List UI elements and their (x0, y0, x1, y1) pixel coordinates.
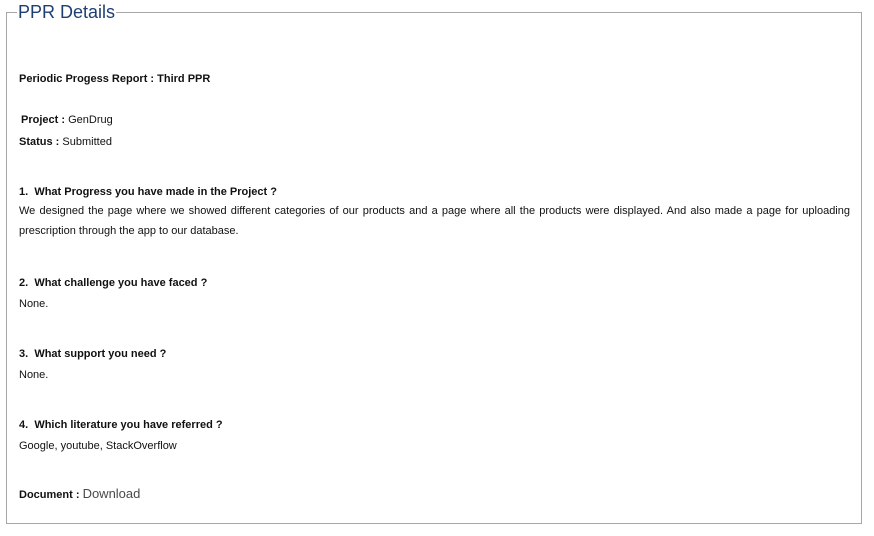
report-value: Third PPR (157, 73, 211, 85)
ppr-details-panel: PPR Details Periodic Progess Report : Th… (6, 2, 862, 524)
question-1-number: 1. (19, 186, 29, 198)
report-row: Periodic Progess Report : Third PPR (19, 72, 210, 86)
question-1: 1. What Progress you have made in the Pr… (19, 185, 277, 199)
project-label: Project : (21, 114, 66, 126)
question-4: 4. Which literature you have referred ? (19, 418, 223, 432)
report-label: Periodic Progess Report : (19, 73, 155, 85)
question-3: 3. What support you need ? (19, 347, 166, 361)
question-2-number: 2. (19, 277, 29, 289)
status-row: Status : Submitted (19, 135, 112, 149)
question-2: 2. What challenge you have faced ? (19, 276, 207, 290)
question-3-number: 3. (19, 348, 29, 360)
document-row: Document : Download (19, 487, 140, 502)
status-label: Status : (19, 136, 60, 148)
question-4-text: Which literature you have referred ? (34, 419, 223, 431)
document-label: Document : (19, 489, 80, 501)
panel-title: PPR Details (18, 2, 116, 22)
question-3-text: What support you need ? (34, 348, 167, 360)
status-value: Submitted (62, 136, 112, 148)
answer-3: None. (19, 369, 49, 381)
project-row: Project : GenDrug (21, 113, 113, 127)
answer-1: We designed the page where we showed dif… (19, 205, 850, 237)
answer-4: Google, youtube, StackOverflow (19, 440, 177, 452)
question-2-text: What challenge you have faced ? (34, 277, 208, 289)
question-4-number: 4. (19, 419, 29, 431)
project-value: GenDrug (68, 114, 113, 126)
question-1-text: What Progress you have made in the Proje… (34, 186, 277, 198)
answer-2: None. (19, 298, 49, 310)
download-link[interactable]: Download (83, 486, 141, 501)
